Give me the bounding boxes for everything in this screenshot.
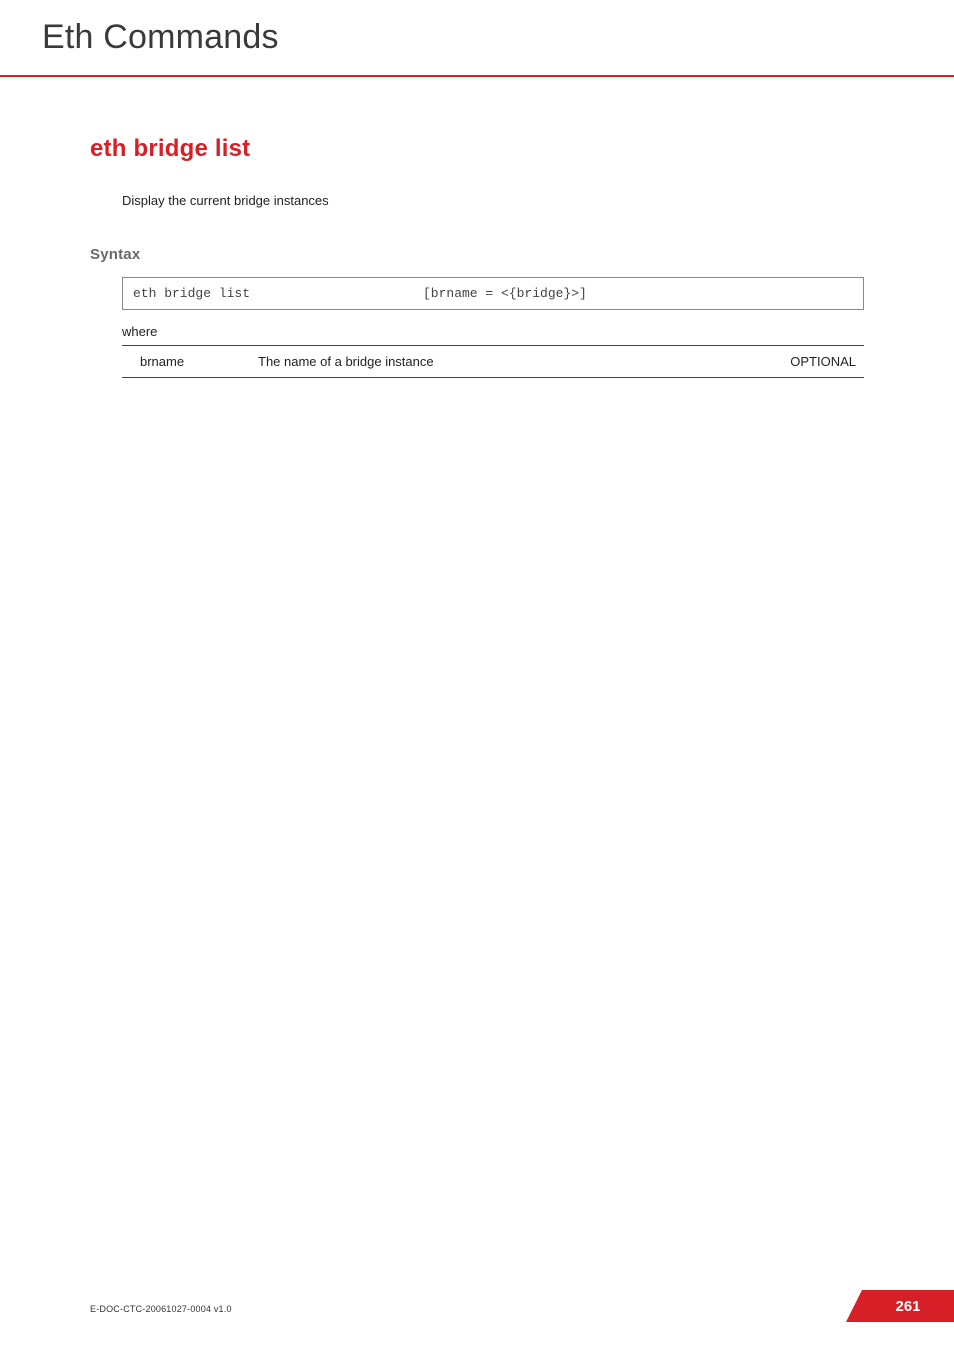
header: Eth Commands [0,0,954,57]
header-divider [0,75,954,77]
breadcrumb: Eth Commands [42,18,954,57]
param-flag: OPTIONAL [754,346,864,378]
syntax-command: eth bridge list [133,286,423,301]
param-desc: The name of a bridge instance [252,346,754,378]
where-label: where [122,324,864,339]
page: Eth Commands eth bridge list Display the… [0,0,954,1350]
page-title: eth bridge list [90,135,864,163]
syntax-heading: Syntax [90,246,864,263]
doc-id: E-DOC-CTC-20061027-0004 v1.0 [90,1304,232,1314]
param-name: brname [122,346,252,378]
syntax-box: eth bridge list [brname = <{bridge}>] [122,277,864,310]
content: eth bridge list Display the current brid… [0,135,954,378]
params-table: brname The name of a bridge instance OPT… [122,345,864,378]
footer: E-DOC-CTC-20061027-0004 v1.0 261 [0,1290,954,1322]
page-number: 261 [895,1298,920,1315]
table-row: brname The name of a bridge instance OPT… [122,346,864,378]
page-number-badge: 261 [862,1290,954,1322]
syntax-args: [brname = <{bridge}>] [423,286,853,301]
command-description: Display the current bridge instances [122,193,864,208]
